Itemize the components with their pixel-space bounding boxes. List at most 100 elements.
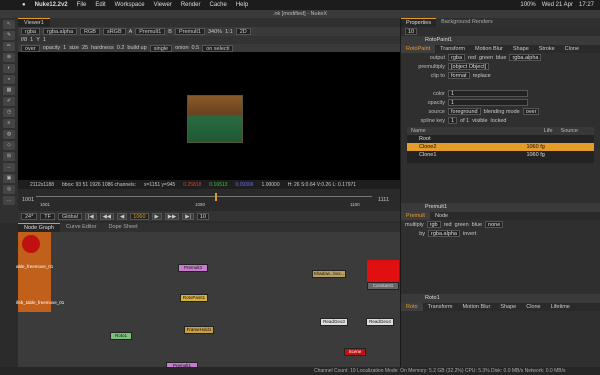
- by-select[interactable]: rgba.alpha: [428, 230, 460, 237]
- filter-node-icon[interactable]: ◇: [3, 141, 15, 150]
- premult-node-title[interactable]: Premult1: [401, 203, 600, 212]
- tree-head-life[interactable]: Life: [544, 127, 553, 135]
- node-premult3[interactable]: Premult3: [178, 264, 208, 272]
- multiply-select[interactable]: rgb: [426, 221, 441, 228]
- timeline-start[interactable]: 1001: [22, 197, 34, 203]
- subtab-roto-clone[interactable]: Clone: [521, 303, 545, 311]
- layer-select[interactable]: rgba.alpha: [43, 28, 78, 35]
- blue-check[interactable]: blue: [496, 55, 506, 61]
- draw-node-icon[interactable]: ✐: [3, 97, 15, 106]
- blur-tool-icon[interactable]: ◐: [3, 64, 15, 73]
- menu-viewer[interactable]: Viewer: [154, 2, 172, 8]
- input-b-select[interactable]: Premult1: [174, 28, 205, 35]
- color-field[interactable]: 1: [448, 90, 528, 97]
- subtab-roto-shape[interactable]: Shape: [495, 303, 521, 311]
- output-select[interactable]: rgba: [448, 54, 466, 61]
- node-scene[interactable]: Scene: [344, 348, 366, 356]
- transform-node-icon[interactable]: ↔: [3, 163, 15, 172]
- tab-background-renders[interactable]: Background Renders: [436, 18, 498, 27]
- prev-key-icon[interactable]: ◀◀: [99, 212, 115, 220]
- node-shadow[interactable]: Shadow...box...: [312, 270, 346, 278]
- tf-select[interactable]: TF: [40, 212, 55, 220]
- subtab-roto-transform[interactable]: Transform: [423, 303, 458, 311]
- premult-select[interactable]: [object Object]: [448, 63, 490, 70]
- roto-node-title[interactable]: Roto1: [401, 294, 600, 303]
- bezier-tool-icon[interactable]: ✎: [3, 31, 15, 40]
- blend-prop-select[interactable]: over: [522, 108, 540, 115]
- play-back-icon[interactable]: ◀: [117, 212, 128, 220]
- channels-select[interactable]: rgba: [21, 28, 41, 35]
- fps-select[interactable]: 24*: [21, 212, 38, 220]
- timeline-end[interactable]: 1111: [378, 197, 389, 203]
- tree-head-source[interactable]: Source: [561, 127, 578, 135]
- onion-value[interactable]: 0.5: [192, 45, 200, 51]
- node-graph[interactable]: able_freemove_01 ifeb_table_freemove_01 …: [16, 232, 400, 370]
- menu-render[interactable]: Render: [181, 2, 201, 8]
- menu-help[interactable]: Help: [236, 2, 248, 8]
- time-node-icon[interactable]: ◷: [3, 108, 15, 117]
- buildup-toggle[interactable]: build up: [127, 45, 146, 51]
- node-title[interactable]: RotoPaint1: [401, 36, 600, 45]
- node-rotopaint1[interactable]: RotoPaint1: [180, 294, 208, 302]
- tree-item-root[interactable]: Root: [407, 135, 594, 143]
- menu-workspace[interactable]: Workspace: [115, 2, 145, 8]
- subtab-stroke[interactable]: Stroke: [534, 45, 560, 53]
- gamma-value[interactable]: 1: [43, 37, 46, 43]
- dodge-tool-icon[interactable]: ◒: [3, 75, 15, 84]
- color-node-icon[interactable]: ◍: [3, 130, 15, 139]
- subtab-roto-motion-blur[interactable]: Motion Blur: [457, 303, 495, 311]
- ratio-label[interactable]: 1:1: [225, 29, 233, 35]
- zoom-label[interactable]: 340%: [208, 29, 222, 35]
- subtab-clone[interactable]: Clone: [560, 45, 584, 53]
- source-select[interactable]: foreground: [448, 108, 481, 115]
- tree-item-clone1[interactable]: Clone1 1060 fg: [407, 151, 594, 159]
- timeline-track[interactable]: [36, 196, 372, 197]
- next-key-icon[interactable]: ▶▶: [164, 212, 180, 220]
- menu-cache[interactable]: Cache: [210, 2, 227, 8]
- subtab-shape[interactable]: Shape: [508, 45, 534, 53]
- node-ifeb-table[interactable]: ifeb_table_freemove_01: [16, 300, 64, 306]
- blend-select[interactable]: over: [21, 44, 40, 52]
- premult-blue[interactable]: blue: [472, 222, 482, 228]
- size-value[interactable]: 25: [82, 45, 88, 51]
- read-node-icon[interactable]: ▦: [3, 86, 15, 95]
- replace-check[interactable]: replace: [473, 73, 491, 79]
- frame-step[interactable]: 10: [196, 212, 210, 220]
- colorspace-select[interactable]: RGB: [80, 28, 100, 35]
- subtab-transform[interactable]: Transform: [435, 45, 470, 53]
- range-select[interactable]: Global: [58, 212, 82, 220]
- merge-node-icon[interactable]: ⊞: [3, 152, 15, 161]
- tab-dope-sheet[interactable]: Dope Sheet: [103, 223, 144, 232]
- timeline[interactable]: 1001 1111 1001 1050 1100: [18, 189, 400, 211]
- tree-item-clone2[interactable]: Clone2 1060 fg: [407, 143, 594, 151]
- first-frame-icon[interactable]: |◀: [84, 212, 97, 220]
- roto-select-tool-icon[interactable]: ↖: [3, 20, 15, 29]
- fstop-value[interactable]: 1: [30, 37, 33, 43]
- opacity-field[interactable]: 1: [448, 99, 528, 106]
- menu-file[interactable]: File: [77, 2, 87, 8]
- channel-node-icon[interactable]: ≡: [3, 119, 15, 128]
- subtab-roto[interactable]: Roto: [401, 303, 423, 311]
- clip-select[interactable]: format: [448, 72, 470, 79]
- last-frame-icon[interactable]: ▶|: [182, 212, 194, 220]
- premult-none[interactable]: none: [485, 221, 504, 228]
- invert-check[interactable]: invert: [463, 231, 476, 237]
- premult-green[interactable]: green: [455, 222, 469, 228]
- tab-properties[interactable]: Properties: [401, 18, 437, 27]
- locked-check[interactable]: locked: [491, 118, 507, 124]
- tab-viewer1[interactable]: Viewer1: [18, 18, 50, 27]
- node-framehold1[interactable]: FrameHold1: [184, 326, 214, 334]
- views-node-icon[interactable]: ◎: [3, 185, 15, 194]
- input-a-select[interactable]: Premult1: [135, 28, 166, 35]
- tab-curve-editor[interactable]: Curve Editor: [60, 223, 103, 232]
- current-frame[interactable]: 1060: [130, 212, 149, 220]
- playhead[interactable]: [215, 193, 217, 201]
- subtab-roto-lifetime[interactable]: Lifetime: [546, 303, 575, 311]
- premult-red[interactable]: red: [444, 222, 452, 228]
- green-check[interactable]: green: [479, 55, 493, 61]
- selection-select[interactable]: on selecti: [202, 44, 234, 52]
- brush-tool-icon[interactable]: ✏: [3, 42, 15, 51]
- clone-tool-icon[interactable]: ⊕: [3, 53, 15, 62]
- subtab-motion-blur[interactable]: Motion Blur: [470, 45, 508, 53]
- apple-icon[interactable]: ●: [22, 2, 26, 8]
